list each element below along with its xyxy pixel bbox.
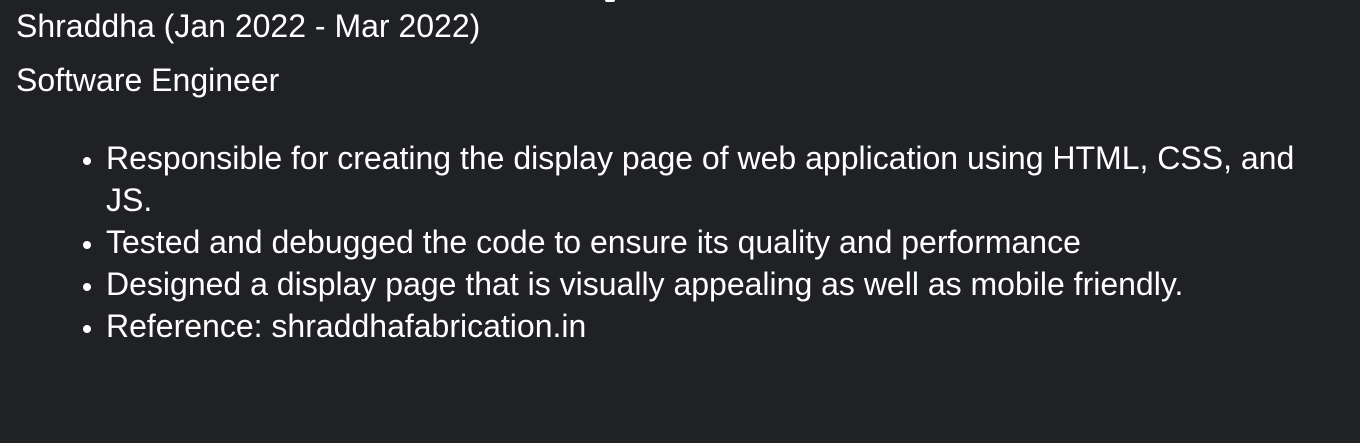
list-item: Tested and debugged the code to ensure i… (106, 221, 1340, 263)
section-heading-fragment (605, 0, 615, 2)
experience-section: Shraddha (Jan 2022 - Mar 2022) Software … (0, 0, 1360, 443)
duties-list: Responsible for creating the display pag… (60, 137, 1340, 347)
list-item: Designed a display page that is visually… (106, 263, 1340, 305)
list-item: Reference: shraddhafabrication.in (106, 305, 1340, 347)
job-role: Software Engineer (16, 62, 280, 98)
list-item: Responsible for creating the display pag… (106, 137, 1340, 221)
company-title: Shraddha (Jan 2022 - Mar 2022) (16, 8, 481, 44)
